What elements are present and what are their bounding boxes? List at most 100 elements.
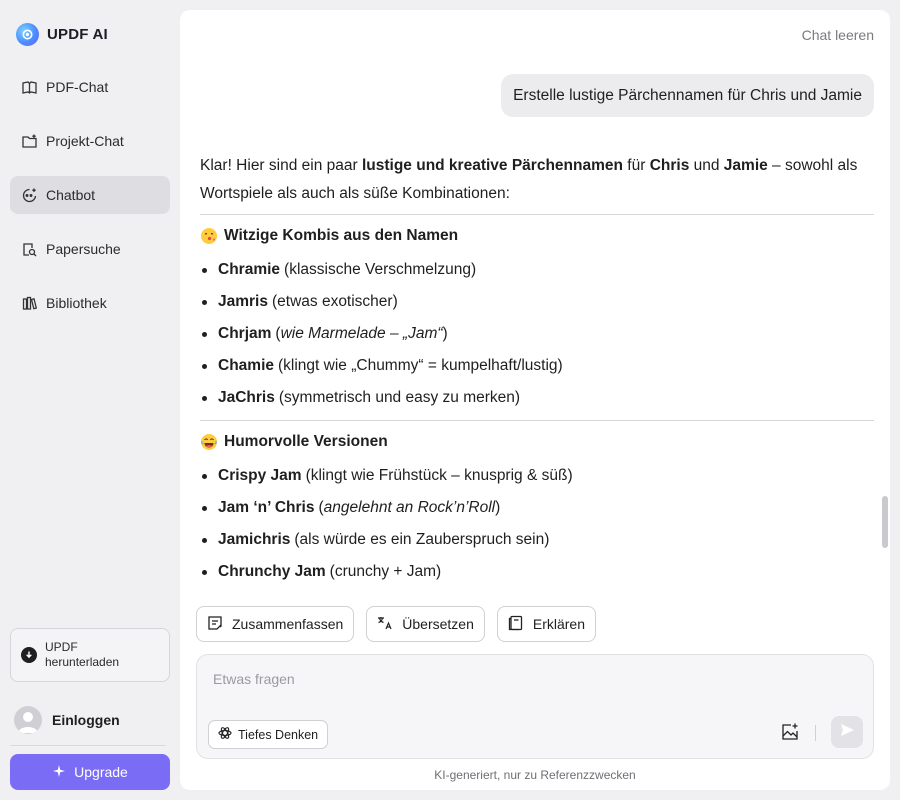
sparkle-icon [52,764,66,781]
section-title: Humorvolle Versionen [200,426,874,458]
list-item-name: Chrunchy Jam [218,563,326,580]
download-updf-button[interactable]: UPDF herunterladen [10,628,170,682]
chat-panel: Chat leeren Erstelle lustige Pärchenname… [180,10,890,790]
login-button[interactable]: Einloggen [14,705,120,735]
list-item-desc: (klingt wie „Chummy“ = kumpelhaft/lustig… [278,357,563,374]
download-icon [21,647,37,663]
toolbar-divider [815,725,816,741]
bullet [202,363,207,369]
list-item: JaChris (symmetrisch und easy zu merken) [200,382,874,414]
folder-plus-icon [20,132,38,150]
clear-chat-button[interactable]: Chat leeren [802,27,874,43]
ai-disclaimer: KI-generiert, nur zu Referenzzwecken [434,768,636,782]
list-item-name: Jamris [218,293,268,310]
list-item-name: Crispy Jam [218,467,302,484]
list-item: Crispy Jam (klingt wie Frühstück – knuspr… [200,460,874,492]
composer: Tiefes Denken [196,654,874,759]
updf-logo-icon [16,22,39,46]
sidebar-item-projekt-chat[interactable]: Projekt-Chat [10,122,170,160]
section-title-text: Witzige Kombis aus den Namen [224,227,459,244]
sidebar-item-chatbot[interactable]: Chatbot [10,176,170,214]
list-item-desc: (symmetrisch und easy zu merken) [278,389,521,406]
login-label: Einloggen [52,712,120,728]
brand[interactable]: UPDF AI [16,22,108,46]
list-item-name: JaChris [218,389,275,406]
sidebar-item-label: Projekt-Chat [46,133,124,149]
list-item-name: Jamichris [218,531,291,548]
sidebar-divider [10,745,166,746]
scrollbar[interactable] [882,496,888,548]
sidebar-item-label: Papersuche [46,241,121,257]
send-button[interactable] [831,716,863,748]
bullet [202,331,207,337]
list-item: Chrunchy Jam (crunchy + Jam) [200,556,874,588]
list-item-name: Chramie [218,261,281,278]
chatbot-icon [20,186,38,204]
atom-icon [218,726,232,743]
sidebar-item-bibliothek[interactable]: Bibliothek [10,284,170,322]
list-item-desc: (klingt wie Frühstück – knusprig & süß) [305,467,573,484]
explain-book-icon [507,614,525,635]
sidebar: UPDF AI PDF-Chat Projekt-Chat Chatbot Pa… [0,0,180,800]
list-item-desc: (klassische Verschmelzung) [284,261,477,278]
user-message: Erstelle lustige Pärchennamen für Chris … [501,74,874,117]
summarize-button[interactable]: Zusammenfassen [196,606,355,642]
sidebar-item-pdf-chat[interactable]: PDF-Chat [10,68,170,106]
translate-icon [376,614,394,635]
list-item-name: Chrjam [218,325,272,342]
list-item: Jamris (etwas exotischer) [200,286,874,318]
divider [200,420,874,421]
assistant-answer: Klar! Hier sind ein paar lustige und kre… [200,152,874,588]
download-label-line2: herunterladen [45,655,120,669]
intro-bold: lustige und kreative Pärchennamen [361,157,623,174]
name-list: Chramie (klassische Verschmelzung) Jamris… [200,254,874,414]
book-open-icon [20,78,38,96]
list-item-name: Chamie [218,357,274,374]
paper-search-icon [20,240,38,258]
image-upload-icon[interactable] [779,721,801,743]
intro-text: für [622,157,650,174]
translate-label: Übersetzen [402,616,474,632]
download-label: UPDF herunterladen [45,640,119,670]
explain-button[interactable]: Erklären [496,606,597,642]
bullet [202,569,207,575]
intro-text: Klar! Hier sind ein paar [200,157,362,174]
library-icon [20,294,38,312]
upgrade-label: Upgrade [74,764,128,780]
sidebar-item-label: Chatbot [46,187,96,203]
avatar [14,706,42,734]
list-item: Jam ‘n’ Chris(angelehnt an Rock’n’Roll) [200,492,874,524]
list-item-desc: (crunchy + Jam) [329,563,442,580]
download-label-line1: UPDF [45,640,78,654]
deep-think-toggle[interactable]: Tiefes Denken [208,720,329,749]
sidebar-item-label: PDF-Chat [46,79,109,95]
bullet [202,537,207,543]
section-title-text: Humorvolle Versionen [224,433,388,450]
intro-text: und [689,157,724,174]
intro-bold: Chris [649,157,690,174]
ask-input[interactable] [213,671,773,687]
translate-button[interactable]: Übersetzen [366,606,485,642]
list-item-desc: ) [442,325,448,342]
upgrade-button[interactable]: Upgrade [10,754,170,790]
list-item-desc-italic: wie Marmelade – „Jam“ [280,325,443,342]
summarize-icon [206,614,224,635]
bullet [202,473,207,479]
list-item-desc-italic: angelehnt an Rock’n’Roll [323,499,496,516]
summarize-label: Zusammenfassen [232,616,344,632]
sidebar-nav: PDF-Chat Projekt-Chat Chatbot Papersuche… [10,68,170,338]
send-icon [839,722,855,743]
sidebar-item-papersuche[interactable]: Papersuche [10,230,170,268]
name-list: Crispy Jam (klingt wie Frühstück – knuspr… [200,460,874,588]
list-item: Jamichris (als würde es ein Zauberspruch … [200,524,874,556]
bullet [202,395,207,401]
intro-bold: Jamie [723,157,768,174]
divider [200,214,874,215]
section-title: Witzige Kombis aus den Namen [200,220,874,252]
list-item-desc: ) [495,499,501,516]
list-item: Chrjam(wie Marmelade – „Jam“) [200,318,874,350]
answer-intro: Klar! Hier sind ein paar lustige und kre… [200,152,874,208]
quick-actions: Zusammenfassen Übersetzen Erklären [196,606,597,642]
explain-label: Erklären [532,616,586,632]
bullet [202,267,207,273]
